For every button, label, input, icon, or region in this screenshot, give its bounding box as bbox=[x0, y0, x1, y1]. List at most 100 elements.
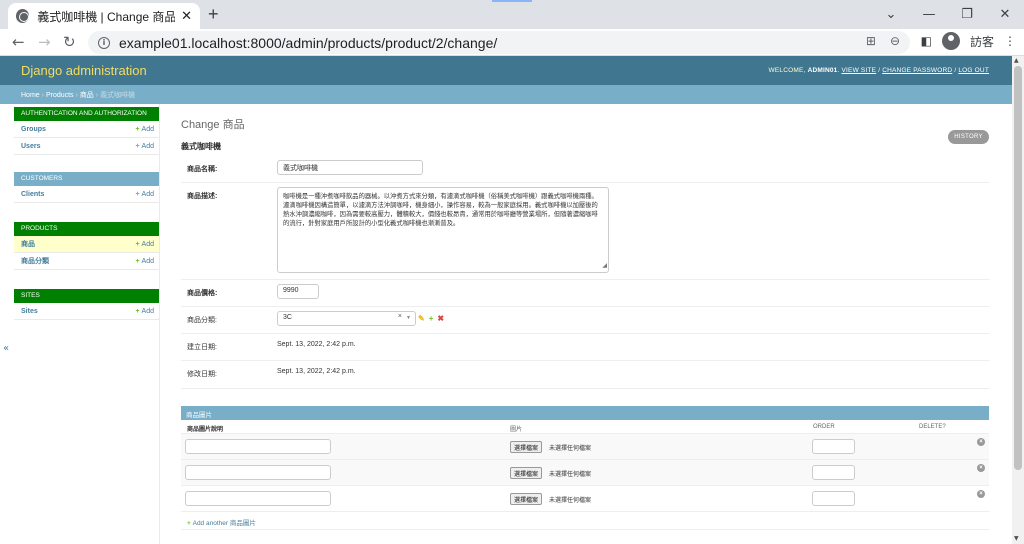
category-select[interactable]: 3C × ▼ bbox=[277, 311, 416, 326]
add-another-link[interactable]: Add another 商品圖片 bbox=[181, 512, 989, 530]
add-link[interactable]: Add bbox=[135, 191, 154, 198]
form-row-category: 商品分類: 3C × ▼ ✎ + ✖ bbox=[181, 307, 989, 334]
main-content: Change 商品 義式咖啡機 HISTORY 商品名稱: 義式咖啡機 商品描述… bbox=[160, 104, 1012, 544]
back-button[interactable]: ← bbox=[12, 33, 25, 51]
price-input[interactable]: 9990 bbox=[277, 284, 319, 299]
module-caption[interactable]: CUSTOMERS bbox=[14, 172, 159, 186]
add-related-icon[interactable]: + bbox=[429, 314, 434, 323]
sidebar-item-clients[interactable]: Clients Add bbox=[14, 186, 159, 203]
remove-row-icon[interactable]: × bbox=[977, 490, 985, 498]
module-caption[interactable]: SITES bbox=[14, 289, 159, 303]
name-input[interactable]: 義式咖啡機 bbox=[277, 160, 423, 175]
sidebar-item-groups[interactable]: Groups Add bbox=[14, 121, 159, 138]
add-link[interactable]: Add bbox=[135, 126, 154, 133]
menu-icon[interactable]: ⋮ bbox=[1004, 34, 1016, 48]
chevron-down-icon[interactable]: ▼ bbox=[406, 315, 411, 321]
new-tab-button[interactable]: + bbox=[208, 4, 219, 25]
maximize-button[interactable]: ❐ bbox=[948, 7, 986, 22]
description-textarea[interactable]: 咖啡機是一種沖煮咖啡飲品的器械。以沖煮方式來分類，有濾滴式咖啡機（俗稱美式咖啡機… bbox=[277, 187, 609, 273]
profile-icon[interactable] bbox=[941, 32, 960, 50]
inline-row: 選擇檔案 未選擇任何檔案 × bbox=[181, 460, 989, 486]
order-input[interactable] bbox=[812, 491, 855, 506]
change-password-link[interactable]: CHANGE PASSWORD bbox=[882, 67, 952, 74]
site-branding[interactable]: Django administration bbox=[21, 63, 147, 78]
add-link[interactable]: Add bbox=[135, 143, 154, 150]
breadcrumb-home[interactable]: Home bbox=[21, 92, 40, 99]
form-row-description: 商品描述: 咖啡機是一種沖煮咖啡飲品的器械。以沖煮方式來分類，有濾滴式咖啡機（俗… bbox=[181, 183, 989, 280]
address-bar[interactable]: i example01.localhost:8000/admin/product… bbox=[88, 31, 910, 54]
welcome-text: WELCOME, bbox=[768, 67, 806, 74]
delete-related-icon[interactable]: ✖ bbox=[437, 314, 444, 323]
module-customers: CUSTOMERS Clients Add bbox=[14, 172, 159, 203]
field-label: 建立日期: bbox=[187, 344, 217, 351]
scroll-up-arrow[interactable]: ▲ bbox=[1014, 57, 1019, 64]
reload-button[interactable]: ↻ bbox=[63, 33, 76, 51]
close-window-button[interactable]: ✕ bbox=[986, 7, 1024, 22]
choose-file-button[interactable]: 選擇檔案 bbox=[510, 493, 543, 505]
history-button[interactable]: HISTORY bbox=[948, 130, 989, 144]
form-row-price: 商品價格: 9990 bbox=[181, 280, 989, 307]
view-site-link[interactable]: VIEW SITE bbox=[842, 67, 877, 74]
minimize-button[interactable]: — bbox=[910, 7, 948, 22]
image-description-input[interactable] bbox=[185, 465, 331, 480]
clear-selection-icon[interactable]: × bbox=[398, 313, 402, 320]
breadcrumb-model[interactable]: 商品 bbox=[80, 92, 94, 99]
inline-images: 商品圖片 商品圖片說明 圖片 ORDER DELETE? 選擇檔案 未選擇任何檔… bbox=[181, 406, 989, 530]
form-row-created: 建立日期: Sept. 13, 2022, 2:42 p.m. bbox=[181, 334, 989, 361]
toggle-sidebar-icon[interactable]: « bbox=[3, 343, 9, 354]
profile-label[interactable]: 訪客 bbox=[970, 33, 994, 50]
sidebar-item-product[interactable]: 商品 Add bbox=[14, 236, 159, 253]
related-widget-icons: ✎ + ✖ bbox=[418, 314, 444, 323]
add-link[interactable]: Add bbox=[135, 308, 154, 315]
image-description-input[interactable] bbox=[185, 491, 331, 506]
tab-title: 義式咖啡機 | Change 商品 | Djan bbox=[37, 9, 176, 24]
browser-tab[interactable]: 義式咖啡機 | Change 商品 | Djan ✕ bbox=[8, 3, 200, 29]
forward-button[interactable]: → bbox=[38, 33, 51, 51]
file-status: 未選擇任何檔案 bbox=[549, 472, 592, 478]
image-description-input[interactable] bbox=[185, 439, 331, 454]
remove-row-icon[interactable]: × bbox=[977, 438, 985, 446]
module-caption[interactable]: AUTHENTICATION AND AUTHORIZATION bbox=[14, 107, 159, 121]
choose-file-button[interactable]: 選擇檔案 bbox=[510, 467, 543, 479]
tab-close-icon[interactable]: ✕ bbox=[181, 9, 192, 24]
sidebar-item-product-category[interactable]: 商品分類 Add bbox=[14, 253, 159, 270]
resize-handle-icon[interactable]: ◢ bbox=[602, 262, 607, 271]
order-input[interactable] bbox=[812, 465, 855, 480]
add-link[interactable]: Add bbox=[135, 241, 154, 248]
window-controls: ⌄ — ❐ ✕ bbox=[872, 0, 1024, 29]
object-title: 義式咖啡機 bbox=[181, 142, 221, 151]
module-caption[interactable]: PRODUCTS bbox=[14, 222, 159, 236]
admin-header: Django administration WELCOME, ADMIN01. … bbox=[0, 56, 1012, 85]
side-panel-icon[interactable]: ◧ bbox=[921, 34, 932, 48]
field-label: 商品價格: bbox=[187, 290, 218, 297]
module-products: PRODUCTS 商品 Add 商品分類 Add bbox=[14, 222, 159, 270]
zoom-icon[interactable]: ⊖ bbox=[890, 34, 900, 48]
url-text[interactable]: example01.localhost:8000/admin/products/… bbox=[119, 35, 497, 51]
order-input[interactable] bbox=[812, 439, 855, 454]
column-header: 圖片 bbox=[510, 427, 523, 433]
field-label: 商品分類: bbox=[187, 317, 217, 324]
add-link[interactable]: Add bbox=[135, 258, 154, 265]
form-row-name: 商品名稱: 義式咖啡機 bbox=[181, 156, 989, 183]
breadcrumb-app[interactable]: Products bbox=[46, 92, 74, 99]
scrollbar-thumb[interactable] bbox=[1014, 66, 1022, 470]
info-icon[interactable]: i bbox=[98, 36, 110, 49]
field-label: 商品名稱: bbox=[187, 166, 218, 173]
sidebar-item-sites[interactable]: Sites Add bbox=[14, 303, 159, 320]
page-title: Change 商品 bbox=[181, 119, 245, 131]
choose-file-button[interactable]: 選擇檔案 bbox=[510, 441, 543, 453]
inline-row: 選擇檔案 未選擇任何檔案 × bbox=[181, 434, 989, 460]
edit-related-icon[interactable]: ✎ bbox=[418, 314, 425, 323]
column-header: 商品圖片說明 bbox=[187, 427, 224, 433]
tab-search-icon[interactable]: ⌄ bbox=[872, 7, 910, 22]
browser-toolbar: ← → ↻ i example01.localhost:8000/admin/p… bbox=[0, 29, 1024, 56]
scroll-down-arrow[interactable]: ▼ bbox=[1014, 535, 1019, 542]
module-sites: SITES Sites Add bbox=[14, 289, 159, 320]
remove-row-icon[interactable]: × bbox=[977, 464, 985, 472]
column-header: ORDER bbox=[813, 424, 835, 430]
user-tools: WELCOME, ADMIN01. VIEW SITE / CHANGE PAS… bbox=[768, 67, 989, 74]
translate-icon[interactable]: ⊞ bbox=[866, 34, 876, 48]
browser-tab-bar: 義式咖啡機 | Change 商品 | Djan ✕ + ⌄ — ❐ ✕ bbox=[0, 0, 1024, 29]
sidebar-item-users[interactable]: Users Add bbox=[14, 138, 159, 155]
log-out-link[interactable]: LOG OUT bbox=[958, 67, 989, 74]
